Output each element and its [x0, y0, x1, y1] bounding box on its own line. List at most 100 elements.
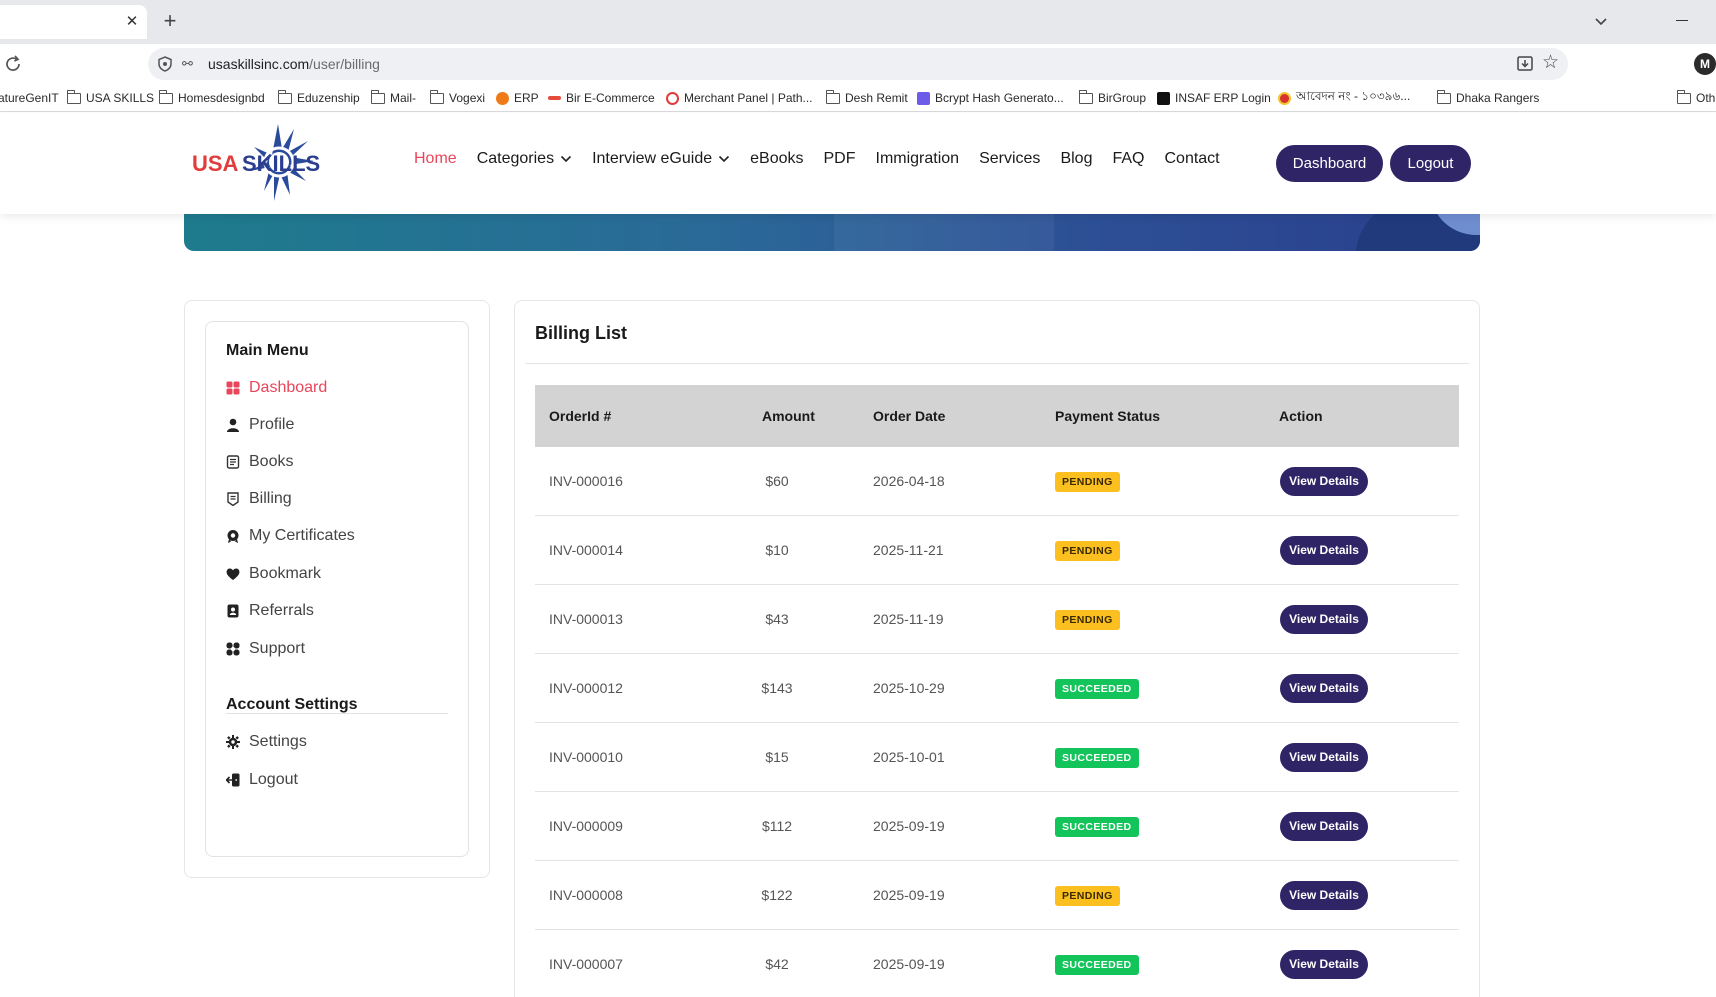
- bookmark-folder[interactable]: USA SKILLS: [67, 89, 154, 106]
- billing-table: OrderId # Amount Order Date Payment Stat…: [535, 385, 1459, 997]
- nav-faq[interactable]: FAQ: [1112, 150, 1144, 168]
- sidebar-item-label: Support: [249, 640, 306, 657]
- bookmark-label: Bcrypt Hash Generato...: [935, 91, 1064, 105]
- sidebar-item-label: Bookmark: [249, 565, 322, 582]
- bookmark-item[interactable]: INSAF ERP Login: [1157, 90, 1271, 106]
- sidebar-item-profile[interactable]: Profile: [226, 414, 294, 436]
- sidebar-item-label: Logout: [249, 771, 298, 788]
- profile-avatar[interactable]: M: [1694, 53, 1716, 75]
- view-details-button[interactable]: View Details: [1280, 743, 1368, 772]
- logout-button[interactable]: Logout: [1390, 145, 1471, 182]
- nav-categories[interactable]: Categories: [477, 150, 572, 168]
- bookmark-folder[interactable]: Desh Remit: [826, 89, 908, 106]
- pathao-favicon-icon: [666, 91, 679, 105]
- amount-cell: $42: [765, 956, 789, 972]
- bookmark-folder[interactable]: Eduzenship: [278, 89, 360, 106]
- bookmark-folder[interactable]: Dhaka Rangers: [1437, 89, 1539, 106]
- table-header: OrderId # Amount Order Date Payment Stat…: [535, 385, 1459, 447]
- nav-label: PDF: [823, 150, 856, 167]
- nav-contact[interactable]: Contact: [1164, 150, 1219, 168]
- column-header-amount: Amount: [762, 408, 815, 424]
- sidebar-item-label: Dashboard: [249, 379, 328, 396]
- sidebar-item-dashboard[interactable]: Dashboard: [226, 377, 327, 399]
- view-details-button[interactable]: View Details: [1280, 467, 1368, 496]
- sidebar-item-billing[interactable]: Billing: [226, 488, 292, 510]
- nav-label: Contact: [1164, 150, 1220, 167]
- folder-icon: [67, 89, 81, 104]
- url-path: /user/billing: [309, 56, 380, 72]
- bookmark-folder[interactable]: Homesdesignbd: [159, 89, 265, 106]
- view-details-button[interactable]: View Details: [1280, 674, 1368, 703]
- sidebar-item-label: Billing: [249, 490, 292, 507]
- nav-pdf[interactable]: PDF: [824, 150, 856, 168]
- view-details-button[interactable]: View Details: [1280, 950, 1368, 979]
- reload-icon[interactable]: [2, 53, 24, 75]
- logo-skills-text: SKILLS: [242, 151, 320, 176]
- close-tab-icon[interactable]: ✕: [124, 14, 140, 30]
- nav-label: Blog: [1060, 150, 1093, 167]
- erp-favicon-icon: [496, 91, 509, 105]
- bookmark-folder[interactable]: Mail-: [371, 89, 416, 106]
- shield-icon[interactable]: [156, 55, 174, 73]
- sidebar-item-bookmark[interactable]: Bookmark: [226, 563, 321, 585]
- sidebar-item-support[interactable]: Support: [226, 638, 305, 660]
- bookmark-item[interactable]: ERP: [496, 90, 539, 106]
- nav-ebooks[interactable]: eBooks: [750, 150, 803, 168]
- url-text[interactable]: usaskillsinc.com/user/billing: [208, 56, 380, 72]
- nav-interview-eguide[interactable]: Interview eGuide: [592, 150, 730, 168]
- nav-blog[interactable]: Blog: [1060, 150, 1092, 168]
- site-settings-icon[interactable]: ⚯: [182, 56, 200, 72]
- url-host: usaskillsinc.com: [208, 56, 310, 72]
- bookmark-folder[interactable]: Oth: [1677, 89, 1715, 106]
- chevron-down-icon[interactable]: [1592, 12, 1610, 30]
- order-date-cell: 2025-09-19: [873, 956, 945, 972]
- usa-skills-logo[interactable]: USA SKILLS: [190, 121, 356, 205]
- nav-home[interactable]: Home: [414, 150, 457, 168]
- view-details-button[interactable]: View Details: [1280, 536, 1368, 565]
- bookmark-star-icon[interactable]: ☆: [1542, 53, 1562, 73]
- bookmark-folder[interactable]: BirGroup: [1079, 89, 1147, 106]
- logout-icon: [226, 773, 240, 787]
- new-tab-icon[interactable]: +: [160, 10, 180, 34]
- amount-cell: $122: [761, 887, 793, 903]
- nav-services[interactable]: Services: [979, 150, 1040, 168]
- bookmark-folder[interactable]: Vogexi: [430, 89, 485, 106]
- browser-tab[interactable]: ✕: [0, 5, 147, 39]
- sidebar-item-books[interactable]: Books: [226, 451, 293, 473]
- sidebar-item-logout[interactable]: Logout: [226, 769, 298, 791]
- bookmark-item[interactable]: আবেদন নং - ১০৩৯৬...: [1278, 89, 1411, 106]
- view-details-button[interactable]: View Details: [1280, 881, 1368, 910]
- bookmark-label: Homesdesignbd: [178, 91, 265, 105]
- bookmark-item[interactable]: Merchant Panel | Path...: [666, 90, 813, 106]
- browser-tabstrip: ✕ +: [0, 0, 1716, 44]
- heart-icon: [226, 568, 240, 580]
- nav-label: Services: [979, 150, 1041, 167]
- bookmark-item[interactable]: Bcrypt Hash Generato...: [917, 90, 1064, 106]
- column-header-action: Action: [1279, 408, 1323, 424]
- nav-immigration[interactable]: Immigration: [876, 150, 960, 168]
- bookmark-label: Eduzenship: [297, 91, 360, 105]
- chevron-down-icon: [719, 155, 730, 163]
- amount-cell: $10: [765, 542, 789, 558]
- bookmark-item[interactable]: Bir E-Commerce: [548, 90, 655, 106]
- nav-label: Immigration: [875, 150, 960, 167]
- table-row: INV-000014 $10 2025-11-21 PENDING View Detai…: [535, 516, 1459, 585]
- bookmark-item[interactable]: atureGenIT: [0, 90, 59, 106]
- bookmark-label: INSAF ERP Login: [1175, 91, 1271, 105]
- bookmark-label: আবেদন নং - ১০৩৯৬...: [1296, 89, 1411, 103]
- minimize-window-icon[interactable]: [1676, 20, 1688, 21]
- install-app-icon[interactable]: [1515, 54, 1535, 74]
- view-details-button[interactable]: View Details: [1280, 605, 1368, 634]
- logo-usa-text: USA: [192, 151, 239, 176]
- order-date-cell: 2025-09-19: [873, 818, 945, 834]
- bookmark-label: Desh Remit: [845, 91, 908, 105]
- sidebar-item-my-certificates[interactable]: My Certificates: [226, 525, 355, 547]
- sidebar-item-referrals[interactable]: Referrals: [226, 600, 314, 622]
- referral-icon: [227, 604, 239, 618]
- address-bar[interactable]: ⚯ usaskillsinc.com/user/billing ☆: [148, 48, 1568, 80]
- nav-label: Home: [414, 150, 457, 167]
- dashboard-button[interactable]: Dashboard: [1276, 145, 1383, 182]
- sidebar-item-settings[interactable]: Settings: [226, 731, 307, 753]
- view-details-button[interactable]: View Details: [1280, 812, 1368, 841]
- bookmark-label: BirGroup: [1098, 91, 1147, 105]
